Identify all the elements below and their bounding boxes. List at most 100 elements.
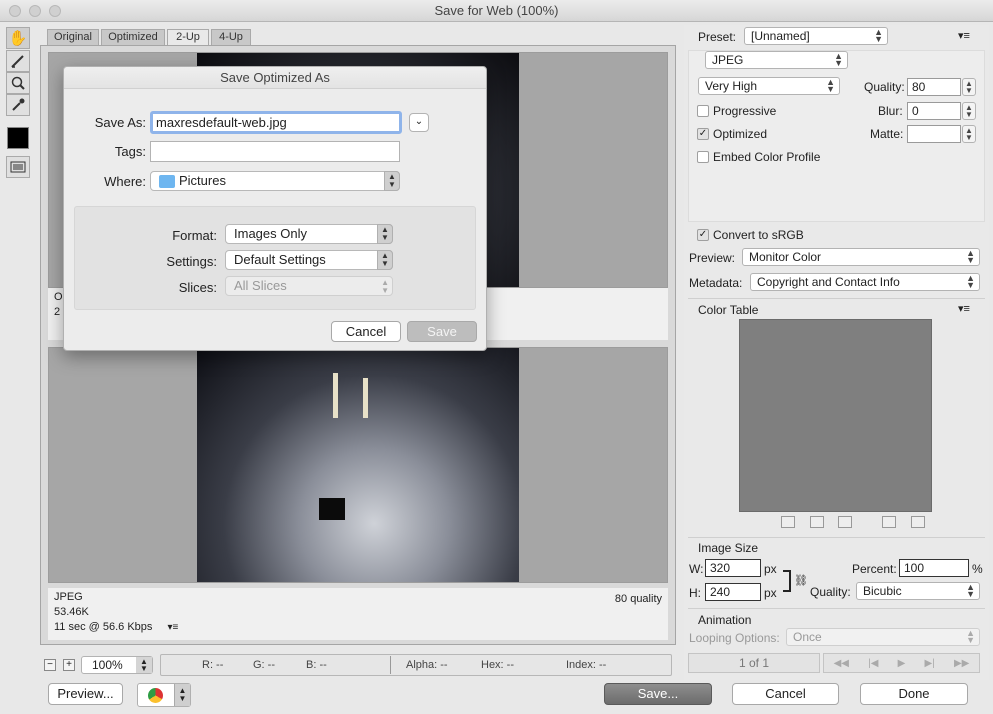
settings-select[interactable]: Default Settings ▲ ▼: [225, 250, 393, 270]
zoom-level-select[interactable]: 100% ▲ ▼: [81, 656, 153, 674]
dialog-cancel-button[interactable]: Cancel: [331, 321, 401, 342]
constrain-bracket: [783, 570, 791, 592]
slices-icon: [10, 161, 26, 173]
dialog-save-button[interactable]: Save: [407, 321, 477, 342]
embed-color-profile-checkbox[interactable]: [697, 151, 709, 163]
blur-stepper[interactable]: ▲ ▼: [962, 102, 976, 120]
updown-arrows-icon: ▲ ▼: [384, 171, 400, 191]
resample-quality-select[interactable]: Bicubic ▲ ▼: [856, 582, 980, 600]
updown-arrows-icon: ▲ ▼: [834, 51, 843, 68]
toggle-slices-visibility[interactable]: [6, 156, 30, 178]
eyedropper-color-swatch[interactable]: [7, 127, 29, 149]
cancel-button[interactable]: Cancel: [732, 683, 839, 705]
color-table-title: Color Table: [698, 303, 759, 317]
tags-label: Tags:: [114, 144, 146, 159]
save-button[interactable]: Save...: [604, 683, 712, 705]
previous-frame-icon[interactable]: |◀: [868, 658, 878, 669]
matte-label: Matte:: [870, 127, 904, 141]
minaret-shape: [333, 373, 338, 418]
color-table-menu-icon[interactable]: ▾≡: [958, 302, 970, 315]
browser-select[interactable]: ▲ ▼: [137, 683, 191, 707]
optimize-menu-icon[interactable]: ▾≡: [958, 29, 970, 42]
updown-arrows-icon: ▲ ▼: [966, 273, 975, 290]
preview-color-select[interactable]: Monitor Color ▲ ▼: [742, 248, 980, 266]
new-color-icon[interactable]: [882, 516, 896, 528]
index-readout: Index: --: [566, 659, 607, 671]
zoom-out-button[interactable]: −: [44, 659, 56, 671]
zoom-in-button[interactable]: +: [63, 659, 75, 671]
eyedropper-tool[interactable]: [6, 94, 30, 116]
save-as-filename-field[interactable]: maxresdefault-web.jpg: [150, 111, 402, 134]
delete-color-icon[interactable]: [911, 516, 925, 528]
link-chain-icon[interactable]: ⛓: [794, 574, 808, 587]
looping-options-select[interactable]: Once ▲ ▼: [786, 628, 980, 646]
bottom-preview-pane[interactable]: [48, 347, 668, 583]
tab-2-up[interactable]: 2-Up: [167, 29, 209, 45]
green-readout: G: --: [253, 659, 275, 671]
tab-original[interactable]: Original: [47, 29, 99, 45]
save-as-label: Save As:: [94, 115, 146, 130]
zoom-tool[interactable]: [6, 72, 30, 94]
close-window-button[interactable]: [9, 5, 21, 17]
zoom-stepper-icon: ▲ ▼: [136, 657, 152, 673]
chevron-down-icon: ⌄: [414, 116, 424, 127]
tab-optimized[interactable]: Optimized: [101, 29, 165, 45]
compression-quality-select[interactable]: Very High ▲ ▼: [698, 77, 840, 95]
blur-field[interactable]: 0: [907, 102, 961, 120]
updown-arrows-icon: ▲ ▼: [377, 224, 393, 244]
browser-stepper-icon: ▲ ▼: [174, 684, 190, 706]
preset-label: Preset:: [698, 30, 737, 44]
preview-color-value: Monitor Color: [749, 250, 822, 264]
convert-srgb-checkbox[interactable]: ✓: [697, 229, 709, 241]
metadata-select[interactable]: Copyright and Contact Info ▲ ▼: [750, 273, 980, 291]
play-icon[interactable]: ▶: [898, 658, 906, 669]
where-select[interactable]: Pictures ▲ ▼: [150, 171, 400, 191]
download-speed-menu-icon[interactable]: ▾≡: [167, 622, 178, 633]
format-select[interactable]: Images Only ▲ ▼: [225, 224, 393, 244]
matte-field[interactable]: [907, 125, 961, 143]
preview-in-browser-button[interactable]: Preview...: [48, 683, 123, 705]
first-frame-icon[interactable]: ◀◀: [834, 658, 849, 669]
image-size-title: Image Size: [698, 541, 759, 555]
percent-field[interactable]: 100: [899, 559, 969, 577]
next-frame-icon[interactable]: ▶|: [924, 658, 934, 669]
map-color-icon[interactable]: [781, 516, 795, 528]
optimized-checkbox[interactable]: ✓: [697, 128, 709, 140]
height-unit: px: [764, 586, 777, 600]
color-table-swatches[interactable]: [739, 319, 932, 512]
matte-stepper[interactable]: ▲ ▼: [962, 125, 976, 143]
minimize-window-button[interactable]: [29, 5, 41, 17]
red-readout: R: --: [202, 659, 224, 671]
quality-stepper[interactable]: ▲ ▼: [962, 78, 976, 96]
last-frame-icon[interactable]: ▶▶: [954, 658, 969, 669]
color-readout: R: -- G: -- B: -- Alpha: -- Hex: -- Inde…: [160, 654, 672, 676]
height-field[interactable]: 240: [705, 583, 761, 601]
updown-arrows-icon: ▲ ▼: [966, 628, 975, 645]
window-title: Save for Web (100%): [434, 3, 559, 18]
tags-field[interactable]: [150, 141, 400, 162]
file-format-select[interactable]: JPEG ▲ ▼: [705, 51, 848, 69]
download-time: 11 sec @ 56.6 Kbps: [54, 621, 153, 633]
resample-quality-label: Quality:: [810, 585, 851, 599]
done-button[interactable]: Done: [860, 683, 968, 705]
hand-tool[interactable]: ✋: [6, 27, 30, 49]
percent-unit: %: [972, 562, 983, 576]
progressive-checkbox[interactable]: [697, 105, 709, 117]
web-shift-icon[interactable]: [810, 516, 824, 528]
format-label: Format:: [172, 228, 217, 243]
slices-label: Slices:: [178, 280, 217, 295]
animation-controls: ◀◀ |◀ ▶ ▶| ▶▶: [823, 653, 980, 673]
progressive-label: Progressive: [713, 104, 777, 118]
expand-dialog-button[interactable]: ⌄: [409, 113, 429, 132]
metadata-label: Metadata:: [689, 276, 743, 290]
slice-select-tool[interactable]: [6, 50, 30, 72]
folder-icon: [159, 175, 175, 188]
width-field[interactable]: 320: [705, 559, 761, 577]
preset-select[interactable]: [Unnamed] ▲ ▼: [744, 27, 888, 45]
quality-field[interactable]: 80: [907, 78, 961, 96]
slices-select[interactable]: All Slices ▲ ▼: [225, 276, 393, 296]
lock-color-icon[interactable]: [838, 516, 852, 528]
updown-arrows-icon: ▲ ▼: [377, 250, 393, 270]
zoom-window-button[interactable]: [49, 5, 61, 17]
tab-4-up[interactable]: 4-Up: [211, 29, 251, 45]
